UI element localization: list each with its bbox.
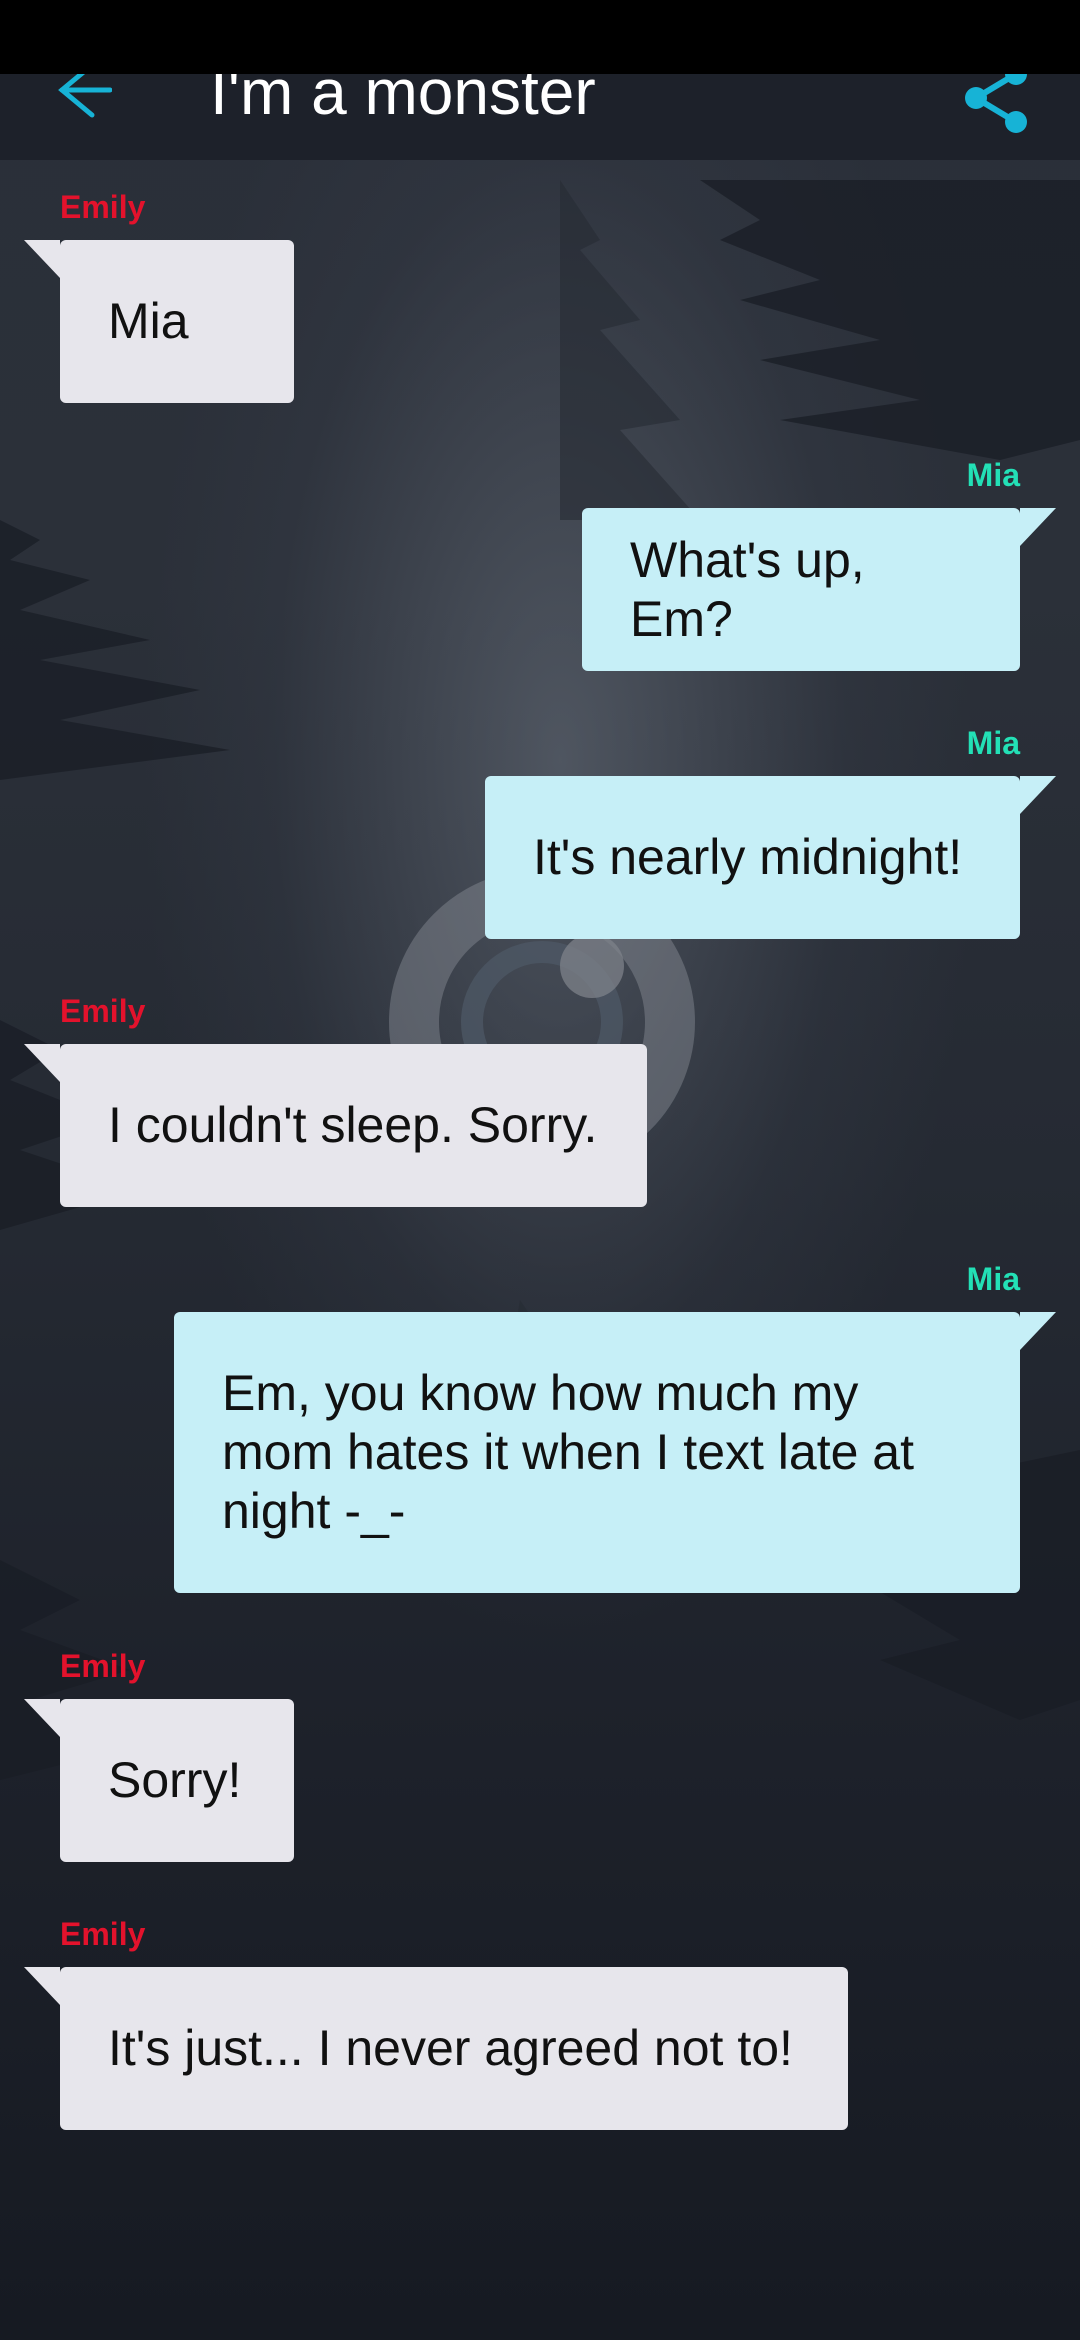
message-text: Sorry! (108, 1752, 242, 1808)
message-bubble[interactable]: Sorry! (24, 1699, 294, 1862)
message-text: Em, you know how much my mom hates it wh… (222, 1365, 914, 1539)
message-text: It's just... I never agreed not to! (108, 2020, 793, 2076)
bubble-tail (24, 1044, 60, 1082)
bubble-tail (1020, 508, 1056, 546)
sender-name: Emily (60, 1916, 146, 1952)
sender-name: Mia (966, 725, 1020, 761)
sender-name: Mia (966, 457, 1020, 493)
message-text: What's up, Em? (630, 531, 865, 647)
bubble-tail (24, 1699, 60, 1737)
message-bubble[interactable]: Em, you know how much my mom hates it wh… (174, 1312, 1056, 1593)
message-bubble[interactable]: What's up, Em? (582, 508, 1056, 671)
message-text: Mia (108, 293, 189, 349)
bubble-tail (24, 1967, 60, 2005)
message-bubble[interactable]: I couldn't sleep. Sorry. (24, 1044, 647, 1207)
sender-name: Emily (60, 1648, 146, 1684)
bubble-tail (24, 240, 60, 278)
sender-name: Emily (60, 189, 146, 225)
sender-name: Mia (966, 1261, 1020, 1297)
message-bubble[interactable]: It's nearly midnight! (485, 776, 1056, 939)
status-bar (0, 0, 1080, 74)
message-text: It's nearly midnight! (533, 829, 963, 885)
message-bubble[interactable]: Mia (24, 240, 294, 403)
bubble-tail (1020, 1312, 1056, 1350)
message-text: I couldn't sleep. Sorry. (108, 1097, 598, 1153)
message-bubble[interactable]: It's just... I never agreed not to! (24, 1967, 848, 2130)
sender-name: Emily (60, 993, 146, 1029)
bubble-tail (1020, 776, 1056, 814)
